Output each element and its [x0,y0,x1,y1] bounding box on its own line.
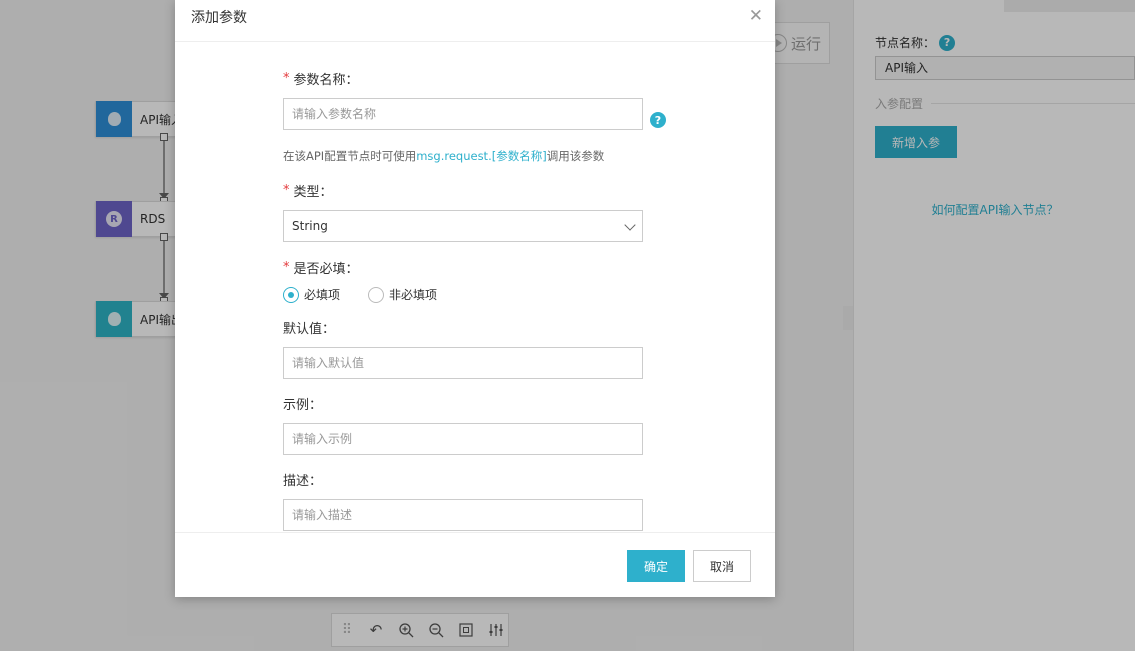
help-icon[interactable]: ? [650,112,666,128]
radio-checked-icon [283,286,299,303]
type-label: * 类型： [283,183,333,200]
required-marker: * [283,71,290,86]
dialog-footer: 确定 取消 [175,532,775,597]
dialog-header: 添加参数 ✕ [175,0,775,42]
dialog-title: 添加参数 [191,10,247,26]
required-label: * 是否必填： [283,260,359,277]
required-marker: * [283,260,290,275]
example-label: 示例： [283,398,323,413]
param-name-hint: 在该API配置节点时可使用msg.request.[参数名称]调用该参数 [283,149,605,163]
param-name-input[interactable] [283,98,643,130]
description-label: 描述： [283,474,323,489]
default-value-label: 默认值： [283,322,336,337]
close-icon[interactable]: ✕ [749,6,763,26]
confirm-button[interactable]: 确定 [627,550,685,582]
add-param-dialog: 添加参数 ✕ * 参数名称： ? 在该API配置节点时可使用msg.reques… [175,0,775,597]
type-select-value: String [292,219,328,233]
required-radio-group: 必填项 非必填项 [283,286,437,303]
type-select[interactable]: String [283,210,643,242]
chevron-down-icon [624,219,636,231]
example-input[interactable] [283,423,643,455]
cancel-button[interactable]: 取消 [693,550,751,582]
radio-required[interactable]: 必填项 [283,286,340,303]
default-value-input[interactable] [283,347,643,379]
description-input[interactable] [283,499,643,531]
panel-collapse-handle[interactable] [843,306,853,330]
radio-optional[interactable]: 非必填项 [368,286,437,303]
param-name-label: * 参数名称： [283,71,359,88]
required-marker: * [283,183,290,198]
radio-unchecked-icon [368,286,385,303]
